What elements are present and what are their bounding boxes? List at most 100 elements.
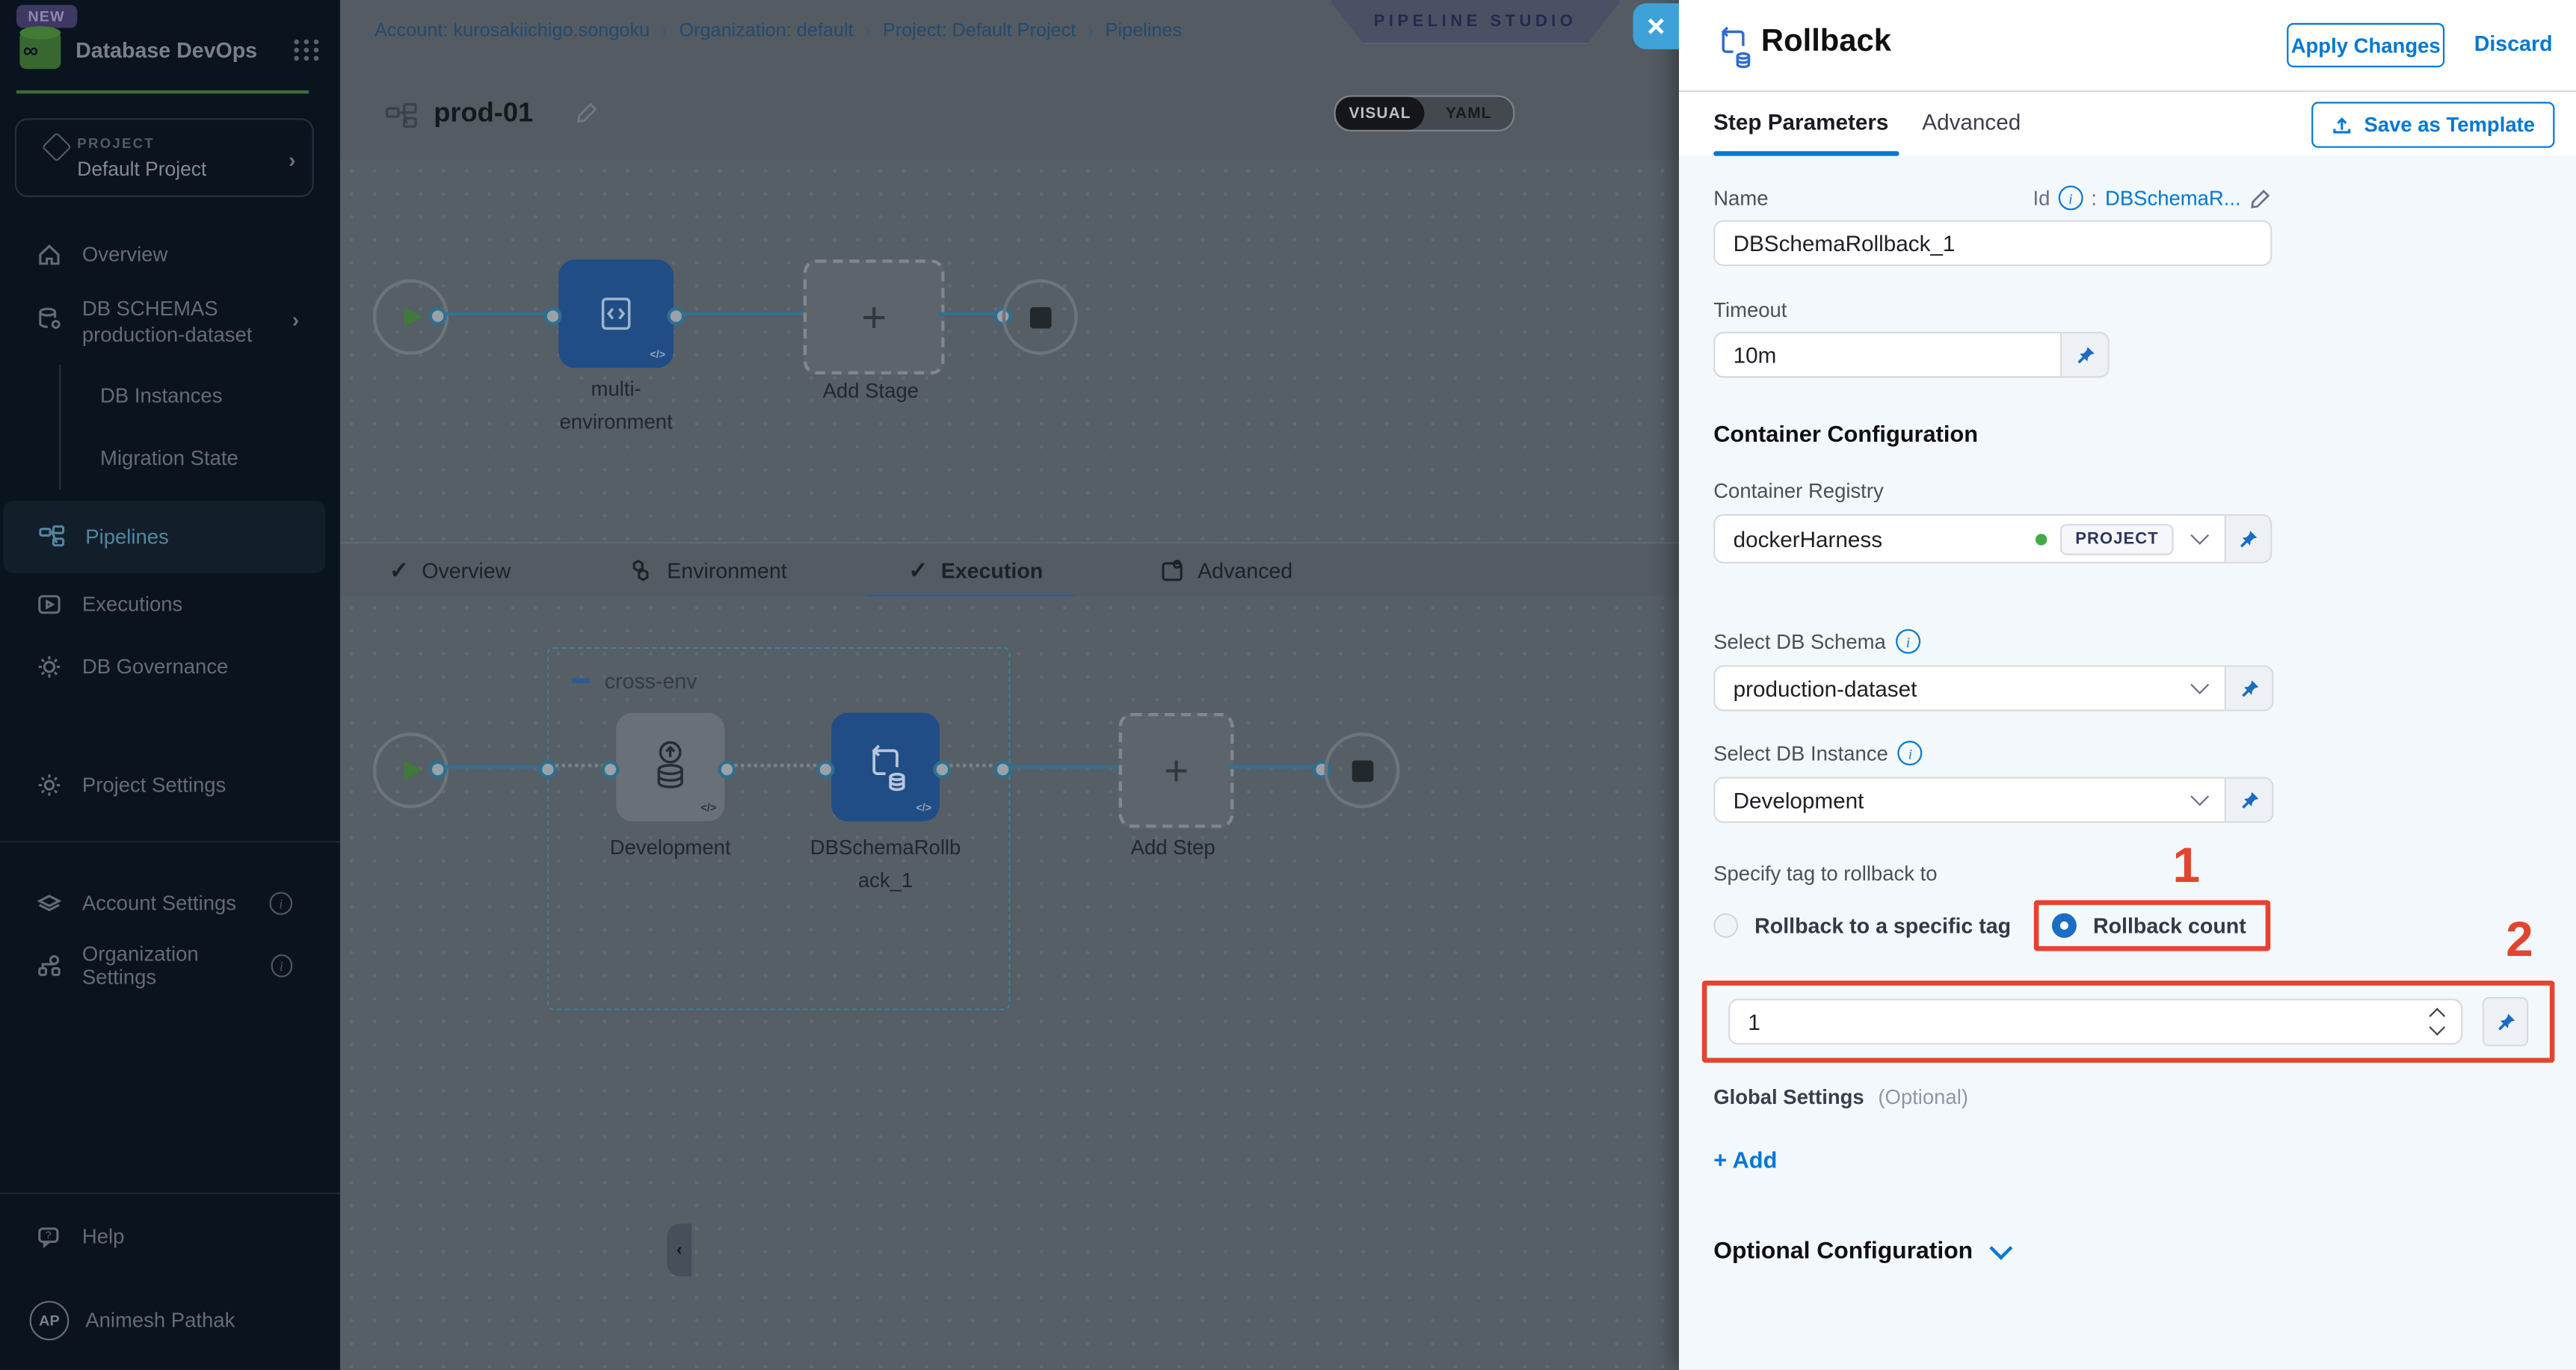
sidebar-item-help[interactable]: ? Help [0, 1214, 322, 1260]
dotted-connector [734, 764, 823, 767]
pin-icon [2074, 344, 2096, 365]
breadcrumb-project[interactable]: Project: Default Project [883, 22, 1076, 41]
tab-step-parameters[interactable]: Step Parameters [1713, 110, 1888, 135]
user-menu[interactable]: AP Animesh Pathak [0, 1295, 322, 1347]
sidebar-item-label: DB SCHEMASproduction-dataset [82, 288, 253, 348]
connector-port [667, 307, 685, 325]
container-configuration-heading: Container Configuration [1713, 421, 2542, 447]
connector-line [1227, 765, 1318, 768]
pin-icon [2238, 678, 2260, 700]
sidebar-item-label: DB Governance [82, 655, 228, 679]
step-node-development[interactable]: </> [616, 713, 724, 821]
db-schema-pin-button[interactable] [2226, 665, 2274, 712]
db-instance-value: Development [1734, 788, 1864, 812]
main-area: Account: kurosakiichigo.songoku › Organi… [340, 0, 1679, 1370]
global-settings-row: Global Settings (Optional) [1713, 1086, 2542, 1109]
db-schema-select[interactable]: production-dataset [1713, 665, 2226, 712]
sidebar-item-db-governance[interactable]: DB Governance [0, 642, 322, 691]
info-icon: i [269, 892, 292, 915]
registry-pin-button[interactable] [2226, 514, 2273, 564]
tab-execution[interactable]: ✓ Execution [908, 543, 1043, 596]
timeout-input[interactable]: 10m [1713, 332, 2062, 378]
sidebar-item-overview[interactable]: Overview [0, 232, 322, 278]
breadcrumb: Account: kurosakiichigo.songoku › Organi… [375, 22, 1182, 41]
app-root: NEW ∞ Database DevOps PROJECT Default Pr… [0, 0, 2576, 1370]
count-pin-button[interactable] [2483, 997, 2529, 1046]
sidebar-divider [0, 1193, 340, 1194]
breadcrumb-organization[interactable]: Organization: default [679, 22, 853, 41]
db-instance-pin-button[interactable] [2226, 777, 2274, 824]
radio-specific-tag[interactable] [1713, 913, 1738, 938]
sidebar-item-label: Organization Settings [82, 942, 271, 989]
sidebar-item-db-schemas[interactable]: DB SCHEMASproduction-dataset › [0, 288, 322, 360]
module-grid-icon[interactable] [294, 40, 320, 61]
sidebar-item-executions[interactable]: Executions [0, 580, 322, 629]
sidebar-item-pipelines[interactable]: Pipelines [3, 501, 325, 573]
sidebar-item-db-instances[interactable]: DB Instances [61, 365, 324, 428]
db-instance-select[interactable]: Development [1713, 777, 2226, 824]
optional-configuration-toggle[interactable]: Optional Configuration [1713, 1238, 2542, 1265]
sidebar-item-label: Account Settings [82, 892, 236, 915]
tab-advanced[interactable]: Advanced [1160, 543, 1293, 596]
breadcrumb-pipelines[interactable]: Pipelines [1106, 22, 1183, 41]
db-schema-row: production-dataset [1713, 665, 2542, 712]
execution-end-node[interactable] [1324, 732, 1399, 808]
step-group-cross-env[interactable]: cross-env [547, 647, 1011, 1010]
connector-port [543, 307, 561, 325]
timeout-pin-button[interactable] [2062, 332, 2110, 378]
number-stepper[interactable] [2432, 1010, 2443, 1034]
sidebar-item-migration-state[interactable]: Migration State [61, 427, 324, 490]
stage-node-multi-environment[interactable]: </> [558, 259, 674, 368]
chevron-right-icon: › [289, 148, 296, 173]
add-stage-button[interactable]: + [804, 259, 945, 374]
visual-yaml-toggle: VISUAL YAML [1334, 95, 1515, 131]
step-node-dbschemarollback[interactable]: </> [831, 713, 940, 821]
upload-icon [2332, 114, 2353, 136]
tab-environment[interactable]: Environment [629, 543, 787, 596]
radio-rollback-count-label[interactable]: Rollback count [2093, 913, 2246, 938]
sidebar-collapse-handle[interactable]: ‹ [667, 1224, 691, 1276]
radio-specific-tag-label[interactable]: Rollback to a specific tag [1754, 913, 2011, 938]
drawer-title: Rollback [1761, 25, 1891, 61]
registry-value: dockerHarness [1734, 526, 1883, 551]
executions-icon [34, 590, 62, 618]
name-input[interactable]: DBSchemaRollback_1 [1713, 220, 2272, 266]
visual-toggle-button[interactable]: VISUAL [1336, 97, 1425, 130]
container-registry-input[interactable]: dockerHarness PROJECT [1713, 514, 2226, 564]
collapse-group-icon[interactable] [572, 679, 590, 684]
connector-port [539, 761, 557, 779]
breadcrumb-account[interactable]: Account: kurosakiichigo.songoku [375, 22, 650, 41]
home-icon [34, 241, 62, 268]
save-as-template-button[interactable]: Save as Template [2311, 102, 2554, 148]
yaml-toggle-button[interactable]: YAML [1424, 97, 1513, 130]
breadcrumb-separator: › [865, 22, 871, 41]
close-drawer-button[interactable] [1633, 3, 1680, 49]
chevron-down-icon[interactable] [2190, 526, 2209, 545]
sidebar-item-project-settings[interactable]: Project Settings [0, 761, 322, 810]
db-instance-row: Development [1713, 777, 2542, 824]
tab-advanced[interactable]: Advanced [1922, 110, 2021, 135]
edit-pipeline-icon[interactable] [575, 100, 600, 133]
id-value[interactable]: DBSchemaR... [2105, 186, 2241, 209]
project-selector[interactable]: PROJECT Default Project › [15, 118, 314, 197]
connector-port [429, 761, 447, 779]
radio-rollback-count[interactable] [2052, 913, 2077, 938]
add-global-setting-link[interactable]: + Add [1713, 1147, 2542, 1173]
rollback-count-input[interactable]: 1 [1728, 999, 2462, 1045]
sidebar-item-account-settings[interactable]: Account Settings i [0, 879, 322, 928]
edit-id-icon[interactable] [2249, 186, 2273, 209]
add-step-button[interactable]: + [1119, 713, 1234, 828]
connector-port [994, 761, 1012, 779]
pipeline-end-node[interactable] [1002, 280, 1078, 355]
brand-row: ∞ Database DevOps [16, 26, 324, 74]
db-schema-value: production-dataset [1734, 676, 1917, 700]
add-step-label: Add Step [1104, 831, 1242, 864]
discard-button[interactable]: Discard [2474, 31, 2553, 56]
database-devops-logo-icon[interactable]: ∞ [16, 26, 64, 74]
rollback-count-value: 1 [1748, 1009, 1760, 1034]
apply-changes-button[interactable]: Apply Changes [2287, 23, 2444, 67]
sidebar-item-organization-settings[interactable]: Organization Settings i [0, 941, 322, 990]
tab-overview[interactable]: ✓ Overview [389, 543, 511, 596]
check-icon: ✓ [908, 556, 928, 584]
app-title: Database DevOps [76, 38, 294, 63]
